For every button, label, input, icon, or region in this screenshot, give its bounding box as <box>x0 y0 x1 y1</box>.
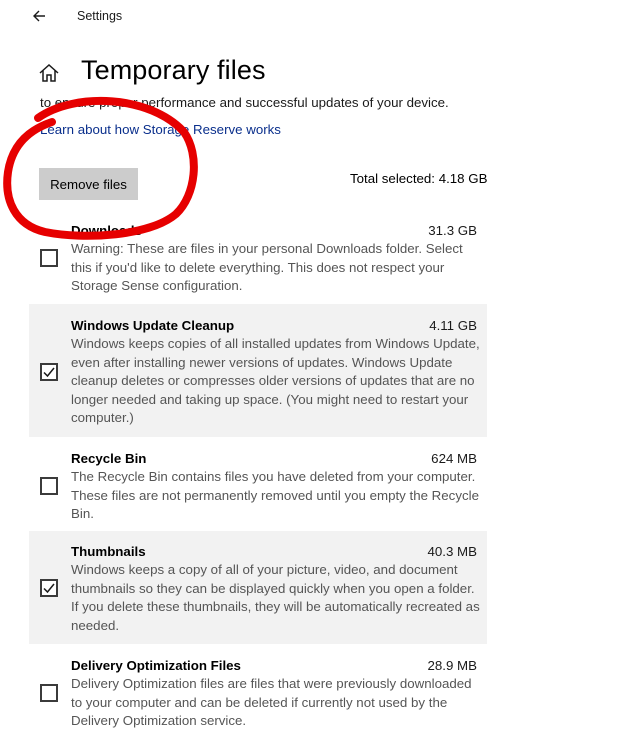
checkmark-icon <box>43 367 55 378</box>
item-size: 31.3 GB <box>428 223 477 238</box>
item-description: Warning: These are files in your persona… <box>71 241 463 294</box>
remove-files-button[interactable]: Remove files <box>39 168 138 200</box>
page-title: Temporary files <box>81 55 266 85</box>
item-description: Windows keeps copies of all installed up… <box>71 336 480 426</box>
list-item-delivery-optimization-files[interactable]: Delivery Optimization Files 28.9 MB Deli… <box>29 644 487 728</box>
item-size: 40.3 MB <box>427 544 477 559</box>
title-bar: Settings <box>0 0 641 34</box>
item-name: Windows Update Cleanup <box>71 318 235 333</box>
list-item-recycle-bin[interactable]: Recycle Bin 624 MB The Recycle Bin conta… <box>29 437 487 531</box>
total-selected-label: Total selected: 4.18 GB <box>350 171 488 186</box>
storage-reserve-link[interactable]: Learn about how Storage Reserve works <box>40 122 281 137</box>
home-icon[interactable] <box>38 62 60 84</box>
item-name: Downloads <box>71 223 142 238</box>
back-button[interactable] <box>30 6 50 26</box>
item-name: Thumbnails <box>71 544 146 559</box>
list-item-downloads[interactable]: Downloads 31.3 GB Warning: These are fil… <box>29 212 487 304</box>
item-description: Delivery Optimization files are files th… <box>71 676 472 729</box>
item-description: The Recycle Bin contains files you have … <box>71 469 479 522</box>
list-item-thumbnails[interactable]: Thumbnails 40.3 MB Windows keeps a copy … <box>29 531 487 644</box>
recycle-bin-checkbox[interactable] <box>40 477 58 495</box>
app-title: Settings <box>77 9 123 23</box>
item-name: Recycle Bin <box>71 451 147 466</box>
downloads-checkbox[interactable] <box>40 249 58 267</box>
item-name: Delivery Optimization Files <box>71 658 241 673</box>
windows-update-cleanup-checkbox[interactable] <box>40 363 58 381</box>
checkmark-icon <box>43 583 55 594</box>
item-size: 4.11 GB <box>429 318 477 333</box>
item-size: 624 MB <box>431 451 477 466</box>
page-description: to ensure proper performance and success… <box>40 95 449 110</box>
thumbnails-checkbox[interactable] <box>40 579 58 597</box>
back-arrow-icon <box>33 10 45 22</box>
delivery-optimization-checkbox[interactable] <box>40 684 58 702</box>
list-item-windows-update-cleanup[interactable]: Windows Update Cleanup 4.11 GB Windows k… <box>29 304 487 437</box>
temporary-files-list: Downloads 31.3 GB Warning: These are fil… <box>29 212 487 728</box>
item-description: Windows keeps a copy of all of your pict… <box>71 562 480 633</box>
item-size: 28.9 MB <box>427 658 477 673</box>
